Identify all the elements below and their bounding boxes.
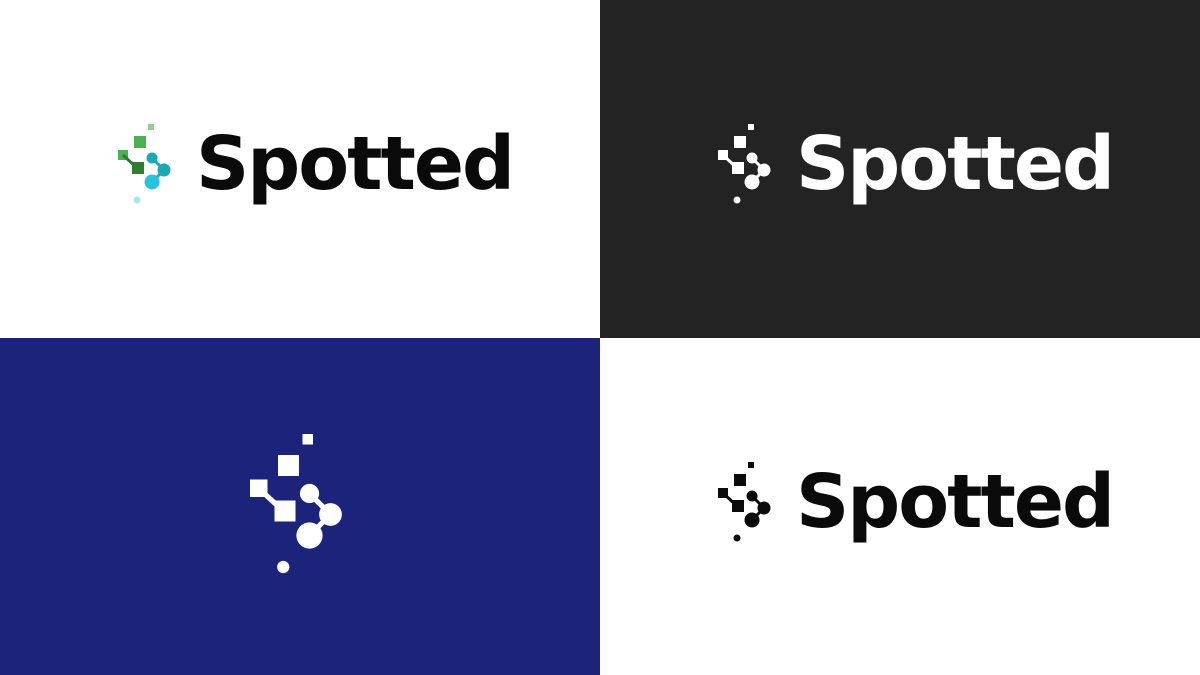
spotted-logomark-icon xyxy=(250,434,348,574)
spotted-logomark-icon xyxy=(718,462,772,542)
panel-light-full-color: Spotted xyxy=(0,0,600,338)
brand-wordmark: Spotted xyxy=(796,121,1115,207)
logo-lockup: Spotted xyxy=(718,459,1115,545)
panel-dark: Spotted xyxy=(600,0,1200,338)
panel-navy-icon-only xyxy=(0,338,600,675)
panel-light-mono: Spotted xyxy=(600,338,1200,675)
spotted-logomark-icon xyxy=(118,124,171,204)
logo-lockup: Spotted xyxy=(118,121,515,207)
logo-lockup: Spotted xyxy=(718,121,1115,207)
brand-wordmark: Spotted xyxy=(196,121,515,207)
spotted-logomark-icon xyxy=(718,124,772,204)
logo-variations-grid: Spotted Spotted Spotted xyxy=(0,0,1200,675)
brand-wordmark: Spotted xyxy=(796,459,1115,545)
